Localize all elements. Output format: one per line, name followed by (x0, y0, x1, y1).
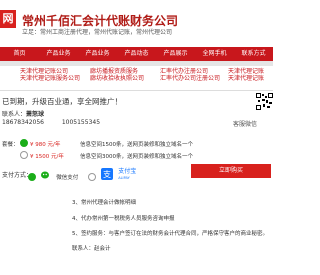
pay-alipay-radio[interactable] (88, 173, 96, 181)
list-item-title[interactable]: 天津代理记账公司 (20, 68, 80, 75)
nav-item-business-1[interactable]: 产品业务 (39, 47, 78, 61)
contact-phones: 18678342056 1005155345 (2, 119, 100, 126)
nav-item-mobile[interactable]: 全网手机 (195, 47, 234, 61)
site-logo[interactable]: 网 (0, 10, 16, 28)
list-item[interactable]: 汇率代办注册公司 汇率代办公司注册公司 (160, 68, 220, 86)
option-1-desc: 信息空间1500条，送网页装修和独立域名一个 (80, 142, 193, 148)
list-item-title[interactable]: 天津代理记账 (228, 68, 264, 75)
content-line-3: 3、常州代理会计做帐明细 (72, 200, 137, 206)
list-item-subtitle[interactable]: 汇率代办公司注册公司 (160, 75, 220, 82)
svg-text:支: 支 (103, 169, 111, 179)
option-1-radio-dot[interactable] (20, 139, 28, 147)
list-item-title[interactable]: 廊坊播报资质服务 (90, 68, 144, 75)
option-1-price[interactable]: ¥ 980 元/年 (30, 140, 60, 148)
pay-alipay-sublabel: ALIPAY (118, 175, 130, 180)
list-item[interactable]: 廊坊播报资质服务 廊坊收拾收执照公司 (90, 68, 144, 86)
list-item-title[interactable]: 汇率代办注册公司 (160, 68, 220, 75)
option-1-radio[interactable] (20, 139, 28, 147)
service-wechat-link[interactable]: 客服微信 (233, 119, 257, 128)
breadcrumb-bar (0, 61, 273, 66)
popup-title: 已到期，升级百业通，享全网推广！ (2, 97, 122, 106)
list-item[interactable]: 天津代理记账公司 天津代理记账服务公司 (20, 68, 80, 86)
alipay-icon: 支 (101, 165, 114, 184)
nav-item-products[interactable]: 产品展示 (156, 47, 195, 61)
option-2-radio-dot[interactable] (20, 151, 28, 159)
option-2-radio[interactable] (20, 151, 28, 159)
option-2-price[interactable]: ¥ 1500 元/年 (30, 152, 64, 160)
phone-1[interactable]: 18678342056 (2, 119, 44, 126)
list-item[interactable]: 天津代理记账 天津代理记账 (228, 68, 264, 86)
option-2-desc: 信息空间3000条，送网页装修和独立域名一个 (80, 154, 193, 160)
pay-alipay-option[interactable]: 支 支付宝 ALIPAY (88, 164, 136, 182)
nav-item-business-2[interactable]: 产品业务 (78, 47, 117, 61)
nav-item-contact[interactable]: 联系方式 (234, 47, 273, 61)
pay-wechat-option[interactable]: 微信支付 (28, 164, 78, 182)
nav-item-home[interactable]: 首页 (0, 47, 39, 61)
phone-2[interactable]: 1005155345 (62, 119, 100, 126)
contact-person: 联系人：萧怒球 (2, 109, 44, 118)
content-line-4: 4、代办常州第一税税务人员服务咨询申报 (72, 216, 175, 222)
list-item-subtitle[interactable]: 天津代理记账 (228, 75, 264, 82)
company-slogan: 立足：常州工商注册代理，常州代账记账，常州代理公司 (22, 29, 173, 36)
main-nav: 首页 产品业务 产品业务 产品动态 产品展示 全网手机 联系方式 (0, 47, 273, 61)
option-1-label: 套餐： (2, 142, 19, 148)
wechat-pay-icon (41, 165, 51, 184)
pay-wechat-label: 微信支付 (56, 175, 79, 181)
buy-now-button[interactable]: 立即购买 (191, 164, 271, 178)
contact-label: 联系人： (2, 111, 27, 118)
nav-item-news[interactable]: 产品动态 (117, 47, 156, 61)
content-line-contact: 联系人：赵会计 (72, 246, 111, 252)
contact-name: 萧怒球 (26, 111, 45, 118)
content-line-5: 5、签约服务：与客户签订在法的财务会计代理合同，严格保守客户的商业秘密。 (72, 231, 269, 237)
qr-code-icon (256, 93, 273, 119)
list-item-subtitle[interactable]: 天津代理记账服务公司 (20, 75, 80, 82)
list-item-subtitle[interactable]: 廊坊收拾收执照公司 (90, 75, 144, 82)
pay-alipay-label: 支付宝 (118, 167, 137, 175)
pay-wechat-radio[interactable] (28, 173, 36, 181)
